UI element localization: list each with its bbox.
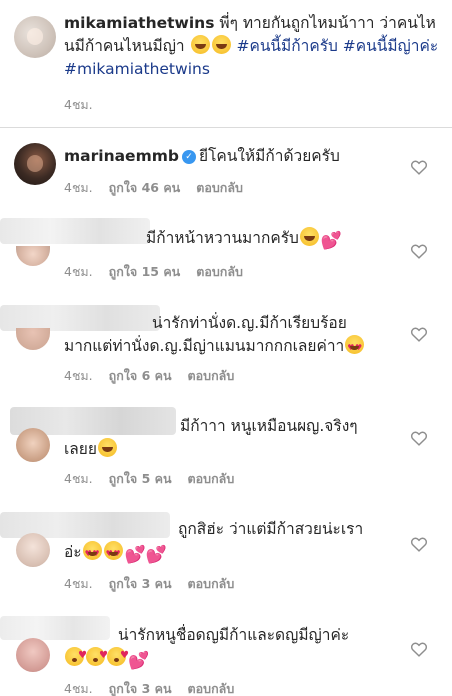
kissing-emoji-icon (107, 644, 129, 667)
caption-meta: 4ชม. (64, 95, 93, 115)
likes-count[interactable]: ถูกใจ 3 คน (109, 574, 172, 594)
laughing-emoji-icon (211, 35, 231, 54)
laughing-emoji-icon (190, 35, 210, 54)
reply-button[interactable]: ตอบกลับ (196, 262, 243, 282)
timestamp: 4ชม. (64, 471, 93, 486)
laughing-emoji-icon (299, 227, 319, 246)
reply-button[interactable]: ตอบกลับ (188, 469, 235, 489)
comment-meta: 4ชม. ถูกใจ 3 คน ตอบกลับ (64, 574, 234, 594)
heart-outline-icon (410, 642, 428, 657)
kissing-emoji-icon (65, 644, 87, 667)
reply-button[interactable]: ตอบกลับ (188, 574, 235, 594)
avatar[interactable] (16, 533, 50, 567)
like-button[interactable] (410, 326, 428, 342)
comment-text: มีก้าาา หนูเหมือนผญ.จริงๆ (180, 417, 358, 435)
like-button[interactable] (410, 536, 428, 552)
avatar[interactable] (16, 328, 50, 350)
avatar[interactable] (16, 428, 50, 462)
post-caption: mikamiathetwins พี่ๆ ทายกันถูกไหมน้าาา ว… (0, 0, 452, 127)
sparkling-heart-icon: 💕 (124, 545, 146, 565)
heart-eyes-emoji-icon (82, 541, 102, 565)
timestamp: 4ชม. (64, 368, 93, 383)
heart-outline-icon (410, 244, 428, 259)
comment-text-continued: อ่ะ💕💕 (64, 541, 324, 565)
like-button[interactable] (410, 243, 428, 259)
comment-meta: 4ชม. ถูกใจ 6 คน ตอบกลับ (64, 366, 234, 386)
heart-outline-icon (410, 327, 428, 342)
sparkling-heart-icon: 💕 (128, 651, 150, 671)
divider (0, 127, 452, 128)
heart-outline-icon (410, 431, 428, 446)
comment-meta: 4ชม. ถูกใจ 3 คน ตอบกลับ (64, 679, 234, 696)
comment-meta: 4ชม. ถูกใจ 5 คน ตอบกลับ (64, 469, 234, 489)
likes-count[interactable]: ถูกใจ 15 คน (109, 262, 181, 282)
verified-badge-icon: ✓ (181, 149, 196, 164)
comment-text-continued: มากแต่ท่านั่งด.ญ.มีญ่าแมนมากกกเลยค่าา (64, 335, 409, 359)
likes-count[interactable]: ถูกใจ 46 คน (109, 178, 181, 198)
kissing-emoji-icon (86, 644, 108, 667)
comment-emojis: 💕 (64, 644, 264, 671)
comment-text: มีก้าหน้าหวานมากครับ 💕 (146, 227, 343, 251)
like-button[interactable] (410, 159, 428, 175)
avatar[interactable] (14, 16, 56, 58)
redacted-username (0, 616, 110, 640)
comment-text-continued: เลยย (64, 438, 264, 461)
avatar[interactable] (16, 246, 50, 266)
comment-text: น่ารักหนูชื่อดญมีก้าและดญมีญ่าค่ะ (118, 626, 350, 644)
timestamp: 4ชม. (64, 576, 93, 591)
reply-button[interactable]: ตอบกลับ (188, 366, 235, 386)
like-button[interactable] (410, 430, 428, 446)
comment-username[interactable]: marinaemmb (64, 147, 179, 165)
timestamp: 4ชม. (64, 180, 93, 195)
likes-count[interactable]: ถูกใจ 3 คน (109, 679, 172, 696)
sparkling-heart-icon: 💕 (320, 231, 343, 251)
comment-text: marinaemmb ✓ ยีโคนให้มีก้าด้วยครับ (64, 147, 340, 165)
laughing-emoji-icon (97, 438, 117, 457)
likes-count[interactable]: ถูกใจ 6 คน (109, 366, 172, 386)
likes-count[interactable]: ถูกใจ 5 คน (109, 469, 172, 489)
sparkling-heart-icon: 💕 (145, 545, 167, 565)
comment-text: ถูกสิฮ่ะ ว่าแต่มีก้าสวยน่ะเรา (178, 520, 364, 538)
heart-outline-icon (410, 160, 428, 175)
heart-eyes-emoji-icon (345, 335, 365, 359)
like-button[interactable] (410, 641, 428, 657)
redacted-username (0, 218, 150, 244)
timestamp: 4ชม. (64, 681, 93, 696)
comment-meta: 4ชม. ถูกใจ 46 คน ตอบกลับ (64, 178, 243, 198)
reply-button[interactable]: ตอบกลับ (196, 178, 243, 198)
timestamp: 4ชม. (64, 97, 93, 112)
comment-text: น่ารักท่านั่งด.ญ.มีก้าเรียบร้อย (152, 314, 347, 332)
reply-button[interactable]: ตอบกลับ (188, 679, 235, 696)
avatar[interactable] (14, 143, 56, 185)
caption-text: mikamiathetwins พี่ๆ ทายกันถูกไหมน้าาา ว… (64, 12, 444, 81)
heart-eyes-emoji-icon (103, 541, 123, 565)
timestamp: 4ชม. (64, 264, 93, 279)
comment-meta: 4ชม. ถูกใจ 15 คน ตอบกลับ (64, 262, 243, 282)
heart-outline-icon (410, 537, 428, 552)
avatar[interactable] (16, 638, 50, 672)
caption-username[interactable]: mikamiathetwins (64, 14, 214, 32)
